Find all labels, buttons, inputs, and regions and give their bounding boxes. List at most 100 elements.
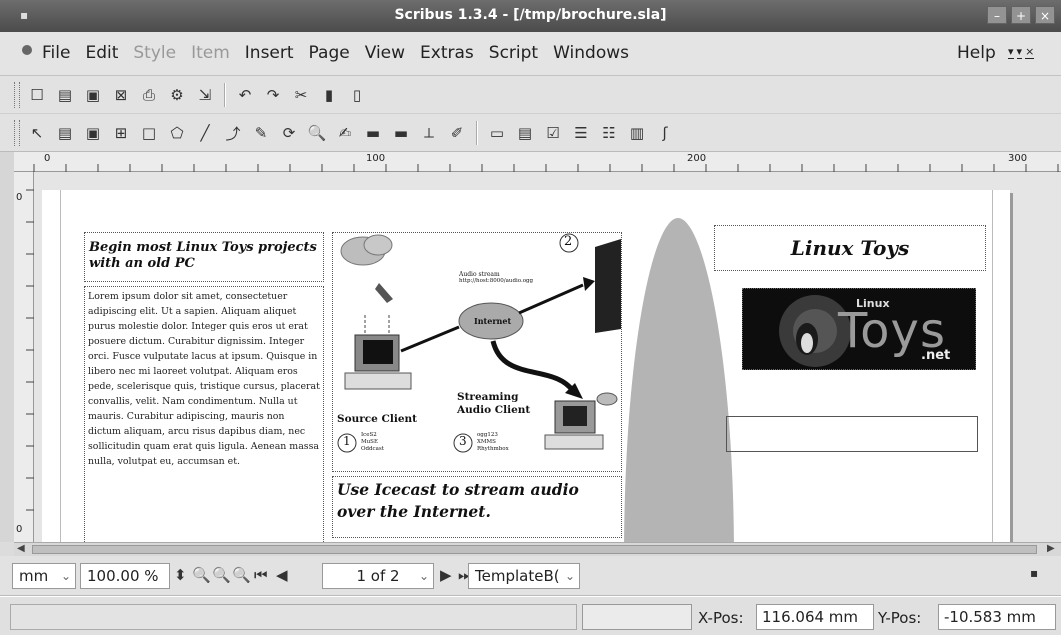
zoom-out-icon[interactable]: 🔍: [192, 566, 211, 584]
zoom-100-icon[interactable]: 🔍: [212, 566, 231, 584]
close-document-icon[interactable]: ⊠: [110, 84, 132, 106]
menu-file[interactable]: File: [42, 43, 70, 63]
zoom-input[interactable]: 100.00 %: [80, 563, 170, 589]
arrow-line: [490, 340, 576, 393]
unit-select[interactable]: mm ⌄: [12, 563, 76, 589]
maximize-icon[interactable]: +: [1011, 6, 1031, 24]
open-icon[interactable]: ▤: [54, 84, 76, 106]
tools-toolbar: ↖ ▤ ▣ ⊞ □ ⬠ ╱ ⤴ ✎ ⟳ 🔍 ✍ ▬ ▬ ⟂ ✐ ▭ ▤ ☑ ☰ …: [0, 114, 1061, 152]
window-controls: – + ×: [987, 6, 1055, 24]
pdf-checkbox-icon[interactable]: ☑: [542, 122, 564, 144]
window-title: Scribus 1.3.4 - [/tmp/brochure.sla]: [394, 7, 667, 23]
menu-script[interactable]: Script: [489, 43, 538, 63]
save-icon[interactable]: ▣: [82, 84, 104, 106]
menu-help[interactable]: Help: [957, 43, 996, 63]
previous-page-icon[interactable]: ◀: [276, 566, 288, 584]
status-bar: X-Pos: 116.064 mm Y-Pos: -10.583 mm: [0, 596, 1061, 635]
polygon-icon[interactable]: ⬠: [166, 122, 188, 144]
right-title-frame[interactable]: Linux Toys: [714, 225, 986, 271]
shape-icon[interactable]: □: [138, 122, 160, 144]
pdf-button-icon[interactable]: ▭: [486, 122, 508, 144]
link-frames-icon[interactable]: ▬: [362, 122, 384, 144]
eyedropper-icon[interactable]: ✐: [446, 122, 468, 144]
toolbar-grip[interactable]: [14, 82, 20, 108]
image-frame-icon[interactable]: ▣: [82, 122, 104, 144]
menu-item[interactable]: Item: [191, 43, 230, 63]
pdf-link-icon[interactable]: ʃ: [654, 122, 676, 144]
menu-style[interactable]: Style: [133, 43, 176, 63]
unlink-frames-icon[interactable]: ▬: [390, 122, 412, 144]
minimize-icon[interactable]: –: [987, 6, 1007, 24]
line-icon[interactable]: ╱: [194, 122, 216, 144]
redo-icon[interactable]: ↷: [262, 84, 284, 106]
cut-icon[interactable]: ✂: [290, 84, 312, 106]
body-text-frame[interactable]: Lorem ipsum dolor sit amet, consectetuer…: [84, 286, 324, 542]
empty-text-frame[interactable]: [726, 416, 978, 452]
toolbar-grip[interactable]: [14, 120, 20, 146]
first-page-icon[interactable]: ⏮: [254, 566, 268, 584]
ruler-label: 0: [44, 153, 51, 164]
source-app: IceS2: [361, 432, 377, 438]
computer-base: [344, 372, 412, 390]
copy-icon[interactable]: ▮: [318, 84, 340, 106]
freehand-icon[interactable]: ✎: [250, 122, 272, 144]
dropdown-arrow-icon: ⌄: [564, 569, 575, 583]
source-apps: IceS2 MuSE Oddcast: [361, 432, 384, 453]
step-1-label: 1: [343, 434, 351, 448]
ruler-label: 200: [687, 153, 707, 164]
pdf-listbox-icon[interactable]: ☷: [598, 122, 620, 144]
menu-page[interactable]: Page: [309, 43, 350, 63]
mdi-controls: ▾ ▾ ×: [1008, 45, 1035, 59]
zoom-spin-icon[interactable]: ⬍: [174, 566, 187, 584]
document-canvas[interactable]: Begin most Linux Toys projects with an o…: [34, 172, 1061, 542]
edit-content-icon[interactable]: ✍: [334, 122, 356, 144]
bezier-icon[interactable]: ⤴: [222, 122, 244, 144]
logo-image-frame[interactable]: Linux Toys .net: [742, 288, 976, 370]
table-icon[interactable]: ⊞: [110, 122, 132, 144]
preflight-icon[interactable]: ⚙: [166, 84, 188, 106]
app-menu-icon[interactable]: [22, 45, 32, 55]
menu-edit[interactable]: Edit: [85, 43, 118, 63]
menu-windows[interactable]: Windows: [553, 43, 629, 63]
pdf-textfield-icon[interactable]: ▤: [514, 122, 536, 144]
scroll-right-icon[interactable]: ▶: [1047, 543, 1055, 554]
streaming-app: Rhythmbox: [477, 446, 509, 452]
scrollbar-thumb[interactable]: [32, 545, 1037, 554]
ypos-value: -10.583 mm: [938, 604, 1056, 630]
menu-extras[interactable]: Extras: [420, 43, 474, 63]
vertical-ruler[interactable]: 0 0: [14, 172, 34, 542]
caption-text-frame[interactable]: Use Icecast to stream audio over the Int…: [332, 476, 622, 538]
zoom-in-icon[interactable]: 🔍: [232, 566, 251, 584]
new-document-icon[interactable]: ☐: [26, 84, 48, 106]
layer-select[interactable]: TemplateB(⌄: [468, 563, 580, 589]
heading-text-frame[interactable]: Begin most Linux Toys projects with an o…: [84, 232, 324, 282]
scroll-left-icon[interactable]: ◀: [17, 543, 25, 554]
internet-label: Internet: [474, 316, 512, 326]
page-select[interactable]: 1 of 2 ⌄: [322, 563, 434, 589]
close-icon[interactable]: ×: [1035, 6, 1055, 24]
mdi-minimize-icon[interactable]: ▾: [1008, 45, 1014, 59]
text-frame-icon[interactable]: ▤: [54, 122, 76, 144]
streaming-apps: ogg123 XMMS Rhythmbox: [477, 432, 509, 453]
mdi-close-icon[interactable]: ×: [1025, 45, 1035, 59]
rotate-icon[interactable]: ⟳: [278, 122, 300, 144]
zoom-value: 100.00 %: [87, 567, 159, 585]
diagram-image-frame[interactable]: 2 Audio stream http://host:8000/audio.og…: [332, 232, 622, 472]
pdf-annotation-icon[interactable]: ▥: [626, 122, 648, 144]
undo-icon[interactable]: ↶: [234, 84, 256, 106]
select-icon[interactable]: ↖: [26, 122, 48, 144]
menu-view[interactable]: View: [365, 43, 405, 63]
measure-icon[interactable]: ⟂: [418, 122, 440, 144]
horizontal-ruler[interactable]: 0 100 200 300: [14, 152, 1061, 172]
print-icon[interactable]: ⎙: [138, 84, 160, 106]
export-pdf-icon[interactable]: ⇲: [194, 84, 216, 106]
document-page[interactable]: Begin most Linux Toys projects with an o…: [42, 190, 1010, 542]
next-page-icon[interactable]: ▶: [440, 566, 452, 584]
mdi-restore-icon[interactable]: ▾: [1016, 45, 1023, 59]
zoom-icon[interactable]: 🔍: [306, 122, 328, 144]
resize-grip-icon[interactable]: ▪: [1030, 566, 1038, 580]
menu-insert[interactable]: Insert: [245, 43, 294, 63]
paste-icon[interactable]: ▯: [346, 84, 368, 106]
pdf-combobox-icon[interactable]: ☰: [570, 122, 592, 144]
horizontal-scrollbar[interactable]: ◀ ▶: [14, 542, 1061, 556]
